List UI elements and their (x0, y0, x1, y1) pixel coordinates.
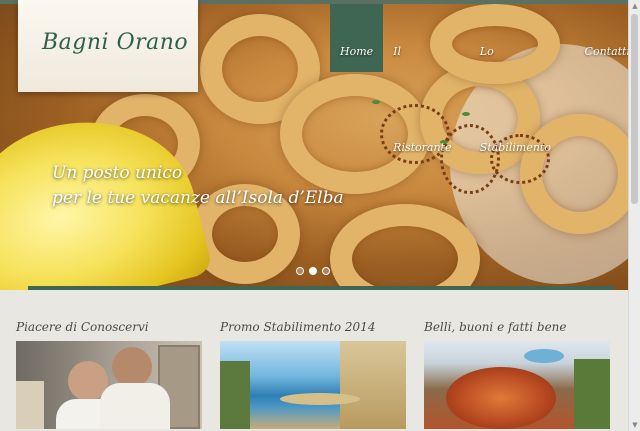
section-title: Piacere di Conoscervi (16, 320, 149, 334)
slider-dot-2[interactable] (309, 267, 317, 275)
nav-home[interactable]: Home (330, 4, 384, 72)
site-logo[interactable]: Bagni Orano (42, 30, 188, 55)
herb-leaf (372, 100, 380, 104)
person-body (100, 383, 170, 429)
section-title: Promo Stabilimento 2014 (220, 320, 376, 334)
calamari-ring (330, 204, 480, 290)
section-card-about: Piacere di Conoscervi (16, 320, 204, 429)
logo-box[interactable]: Bagni Orano (18, 0, 198, 92)
plants (220, 361, 250, 429)
seafood-photo[interactable] (424, 341, 610, 429)
scrollbar-thumb[interactable] (631, 14, 638, 204)
person-head (112, 347, 152, 387)
main-nav: Home Il Ristorante Lo Stabilimento Conta… (330, 4, 640, 154)
hero-tagline-line1: Un posto unico (52, 163, 183, 183)
nav-lo-stabilimento[interactable]: Lo Stabilimento (470, 4, 575, 154)
section-card-promo: Promo Stabilimento 2014 (220, 320, 408, 429)
plants (574, 359, 610, 429)
hero-tagline-line2: per le tue vacanze all’Isola d’Elba (52, 188, 344, 208)
hero-tagline: Un posto unico per le tue vacanze all’Is… (52, 161, 344, 211)
parasol (280, 393, 360, 405)
slider-dot-1[interactable] (296, 267, 304, 275)
nav-il-ristorante[interactable]: Il Ristorante (383, 4, 470, 154)
umbrella-blue (524, 349, 564, 363)
section-card-food: Belli, buoni e fatti bene (424, 320, 612, 429)
section-title: Belli, buoni e fatti bene (424, 320, 567, 334)
slider-pagination (296, 267, 330, 275)
umbrella (340, 341, 406, 429)
hero-bottom-bar (28, 286, 614, 290)
owners-photo[interactable] (16, 341, 202, 429)
beach-photo[interactable] (220, 341, 406, 429)
scrollbar[interactable]: ▲ ▼ (628, 0, 640, 431)
herb-leaf (462, 112, 470, 116)
shelf (16, 381, 44, 429)
scroll-up-icon[interactable]: ▲ (631, 2, 639, 10)
seafood-dish (446, 367, 556, 429)
scroll-down-icon[interactable]: ▼ (631, 421, 639, 429)
slider-dot-3[interactable] (322, 267, 330, 275)
